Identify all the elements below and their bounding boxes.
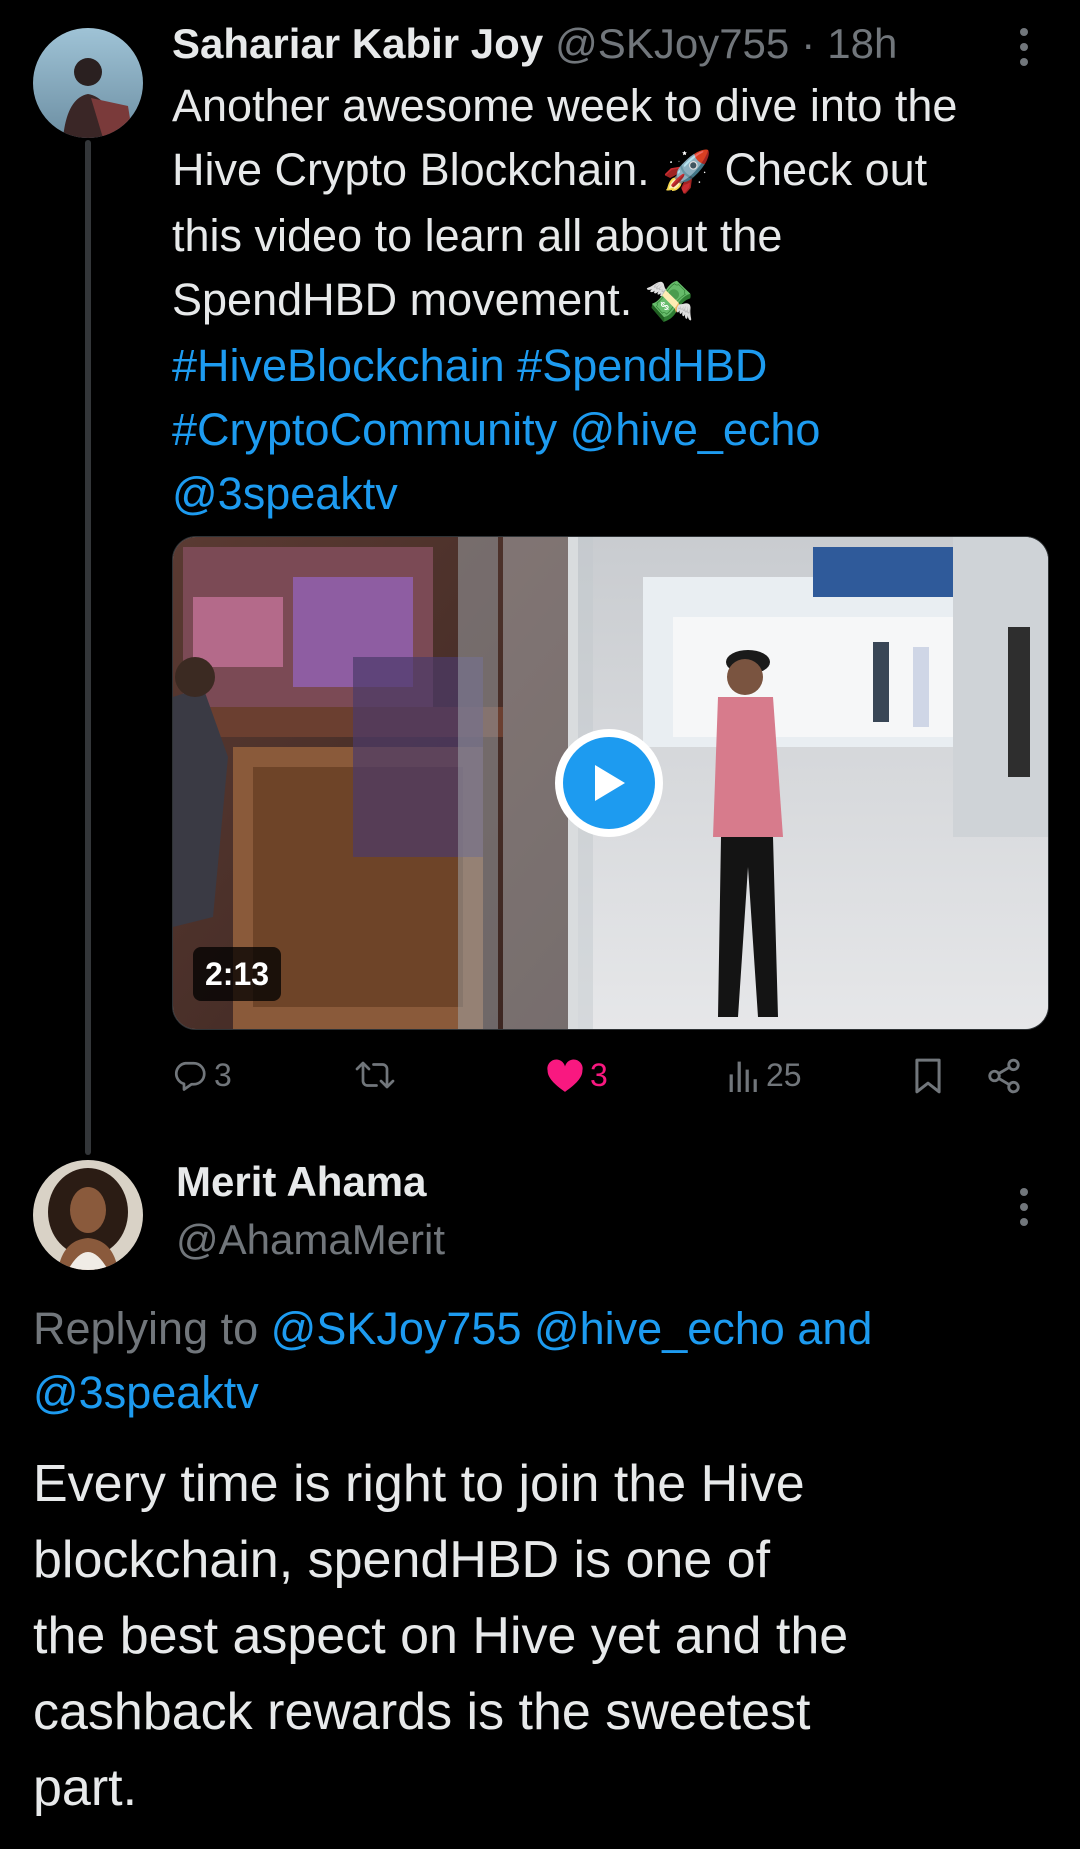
reply-text-line: part.	[33, 1759, 138, 1817]
reply-more-icon[interactable]	[1018, 1188, 1030, 1226]
share-icon	[988, 1058, 1020, 1094]
tweet-more-icon[interactable]	[1018, 28, 1030, 66]
author-name[interactable]: Sahariar Kabir Joy	[172, 20, 543, 68]
play-icon	[595, 765, 625, 801]
author-handle[interactable]: @SKJoy755	[555, 20, 789, 68]
avatar-image	[33, 28, 143, 138]
rocket-emoji-icon: 🚀	[662, 149, 713, 195]
tweet-text-fragment: SpendHBD movement.	[172, 274, 633, 325]
tweet-text-line: SpendHBD movement. 💸	[172, 268, 1052, 334]
views-chart-icon	[729, 1061, 757, 1092]
bookmark-action[interactable]	[912, 1057, 944, 1095]
tweet-text-fragment: Check out	[724, 144, 928, 195]
money-wings-emoji-icon: 💸	[644, 279, 695, 325]
tweet-text: Another awesome week to dive into the Hi…	[172, 74, 1052, 526]
replying-to-line: Replying to @SKJoy755 @hive_echo and	[33, 1297, 1043, 1361]
tweet-timestamp[interactable]: 18h	[827, 20, 897, 68]
heart-filled-icon	[547, 1059, 583, 1092]
reply-text-line: Every time is right to join the Hive	[33, 1455, 805, 1513]
tweet-text-line: Another awesome week to dive into the	[172, 80, 958, 131]
reply-text: Every time is right to join the Hive blo…	[33, 1446, 1053, 1826]
replying-to-mentions[interactable]: @SKJoy755 @hive_echo and	[271, 1303, 873, 1354]
replying-to: Replying to @SKJoy755 @hive_echo and @3s…	[33, 1297, 1043, 1425]
retweet-action[interactable]	[354, 1057, 396, 1093]
reply-text-line: cashback rewards is the sweetest	[33, 1683, 811, 1741]
video-duration: 2:13	[205, 955, 270, 992]
tweet-text-line: this video to learn all about the	[172, 210, 783, 261]
reply-text-line: the best aspect on Hive yet and the	[33, 1607, 849, 1665]
retweet-icon	[355, 1061, 395, 1089]
bookmark-icon	[915, 1058, 941, 1094]
views-count: 25	[766, 1057, 802, 1093]
tweet-text-line: Hive Crypto Blockchain. 🚀 Check out	[172, 138, 1052, 204]
reply-count: 3	[214, 1057, 232, 1093]
hashtag-links[interactable]: #HiveBlockchain #SpendHBD	[172, 334, 1052, 398]
reply-avatar-image	[33, 1160, 143, 1270]
video-player[interactable]: 2:13	[172, 536, 1049, 1030]
reply-author-avatar[interactable]	[33, 1160, 143, 1270]
play-button[interactable]	[555, 729, 663, 837]
separator-dot: ·	[801, 20, 816, 67]
like-action[interactable]: 3	[546, 1057, 608, 1094]
tweet-text-fragment: Hive Crypto Blockchain.	[172, 144, 650, 195]
hashtag-mention-links[interactable]: #CryptoCommunity @hive_echo	[172, 398, 1052, 462]
views-action[interactable]: 25	[728, 1057, 802, 1094]
replying-to-prefix: Replying to	[33, 1303, 259, 1354]
reply-author-name[interactable]: Merit Ahama	[176, 1152, 876, 1212]
reply-icon	[174, 1061, 206, 1091]
play-icon-circle	[563, 737, 655, 829]
share-action[interactable]	[985, 1057, 1023, 1095]
author-avatar[interactable]	[33, 28, 143, 138]
reply-action[interactable]: 3	[172, 1057, 232, 1094]
reply-author-handle[interactable]: @AhamaMerit	[176, 1212, 876, 1268]
like-count: 3	[590, 1057, 608, 1093]
video-duration-badge: 2:13	[193, 947, 282, 1001]
replying-to-mention[interactable]: @3speaktv	[33, 1361, 1043, 1425]
thread-connector	[85, 140, 91, 1155]
mention-link[interactable]: @3speaktv	[172, 462, 1052, 526]
reply-text-line: blockchain, spendHBD is one of	[33, 1531, 771, 1589]
